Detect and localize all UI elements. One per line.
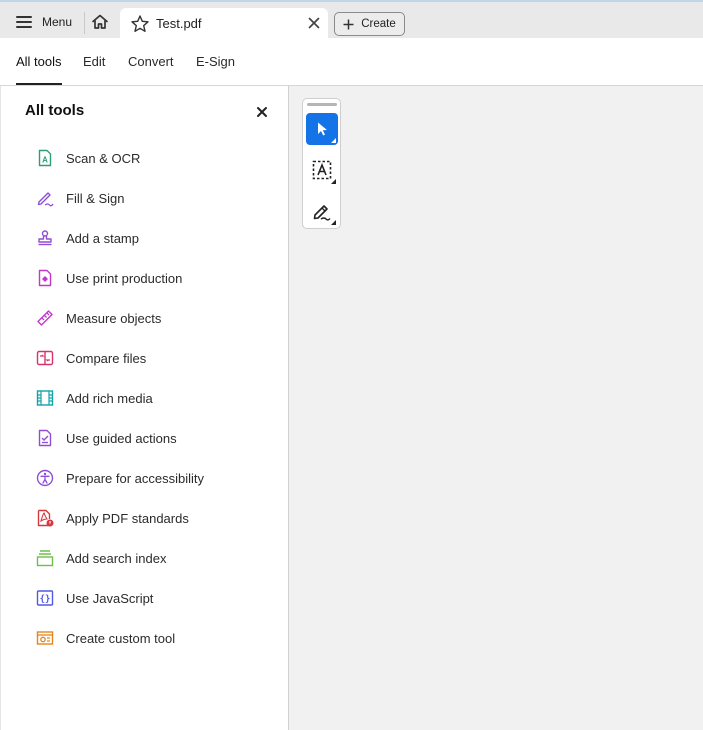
toolbar-grip[interactable]: [307, 103, 337, 106]
tool-search-index[interactable]: Add search index: [35, 546, 275, 570]
close-icon[interactable]: [255, 105, 269, 119]
tab-e-sign[interactable]: E-Sign: [196, 54, 235, 69]
fill-sign-icon: [35, 188, 55, 208]
tool-label: Use JavaScript: [66, 590, 154, 606]
title-bar: Menu Test.pdf Create: [0, 0, 703, 40]
tool-label: Use print production: [66, 270, 183, 286]
guided-actions-icon: [35, 428, 55, 448]
tool-label: Add rich media: [66, 390, 153, 406]
text-select-icon: [312, 160, 332, 180]
tool-label: Scan & OCR: [66, 150, 141, 166]
pen-icon: [313, 205, 331, 221]
tool-label: Compare files: [66, 350, 147, 366]
tool-label: Add a stamp: [66, 230, 139, 246]
tool-pdf-standards[interactable]: Apply PDF standards: [35, 506, 275, 530]
hamburger-icon: [16, 16, 32, 28]
svg-text:A: A: [42, 156, 48, 165]
draw-tool-button[interactable]: [306, 195, 338, 227]
pdf-standards-icon: [35, 508, 55, 528]
tool-label: Use guided actions: [66, 430, 177, 446]
film-icon: [35, 388, 55, 408]
ruler-icon: [35, 308, 55, 328]
accessibility-icon: [35, 468, 55, 488]
close-tab-icon[interactable]: [306, 15, 322, 31]
tool-print-production[interactable]: Use print production: [35, 266, 275, 290]
svg-text:{}: {}: [40, 595, 51, 605]
search-index-icon: [35, 548, 55, 568]
compare-files-icon: [35, 348, 55, 368]
tool-label: Measure objects: [66, 310, 162, 326]
tool-tabs: All tools Edit Convert E-Sign: [0, 38, 703, 86]
custom-tool-icon: [35, 628, 55, 648]
menu-label: Menu: [42, 15, 73, 29]
tab-all-tools[interactable]: All tools: [16, 54, 62, 85]
document-tab-label: Test.pdf: [156, 16, 202, 31]
cursor-icon: [318, 122, 327, 136]
tool-fill-sign[interactable]: Fill & Sign: [35, 186, 275, 210]
javascript-icon: {}: [35, 588, 55, 608]
tool-rich-media[interactable]: Add rich media: [35, 386, 275, 410]
tab-convert[interactable]: Convert: [128, 54, 174, 69]
star-icon[interactable]: [130, 14, 150, 34]
home-icon: [92, 14, 108, 29]
tab-edit[interactable]: Edit: [83, 54, 105, 69]
create-label: Create: [361, 18, 396, 30]
document-canvas[interactable]: [289, 86, 703, 730]
text-select-tool-button[interactable]: [306, 154, 338, 186]
tool-guided-actions[interactable]: Use guided actions: [35, 426, 275, 450]
print-production-icon: [35, 268, 55, 288]
tool-add-stamp[interactable]: Add a stamp: [35, 226, 275, 250]
tool-javascript[interactable]: {} Use JavaScript: [35, 586, 275, 610]
document-tab[interactable]: Test.pdf: [120, 8, 328, 40]
quick-tools-toolbar: [302, 98, 341, 229]
home-button[interactable]: [88, 10, 112, 34]
tool-measure-objects[interactable]: Measure objects: [35, 306, 275, 330]
tool-label: Fill & Sign: [66, 190, 125, 206]
tool-label: Add search index: [66, 550, 167, 566]
plus-icon: [343, 19, 354, 29]
tool-custom-tool[interactable]: Create custom tool: [35, 626, 275, 650]
scan-ocr-icon: A: [35, 148, 55, 168]
tool-label: Apply PDF standards: [66, 510, 189, 526]
divider: [84, 12, 85, 34]
create-button[interactable]: Create: [334, 12, 405, 36]
all-tools-panel: All tools A Scan & OCR Fill & Sign Add a…: [0, 86, 289, 730]
tool-scan-ocr[interactable]: A Scan & OCR: [35, 146, 275, 170]
tool-compare-files[interactable]: Compare files: [35, 346, 275, 370]
tool-accessibility[interactable]: Prepare for accessibility: [35, 466, 275, 490]
select-tool-button[interactable]: [306, 113, 338, 145]
stamp-icon: [35, 228, 55, 248]
tool-label: Create custom tool: [66, 630, 176, 646]
panel-title: All tools: [25, 102, 85, 119]
menu-button[interactable]: Menu: [8, 8, 80, 36]
tool-label: Prepare for accessibility: [66, 470, 204, 486]
